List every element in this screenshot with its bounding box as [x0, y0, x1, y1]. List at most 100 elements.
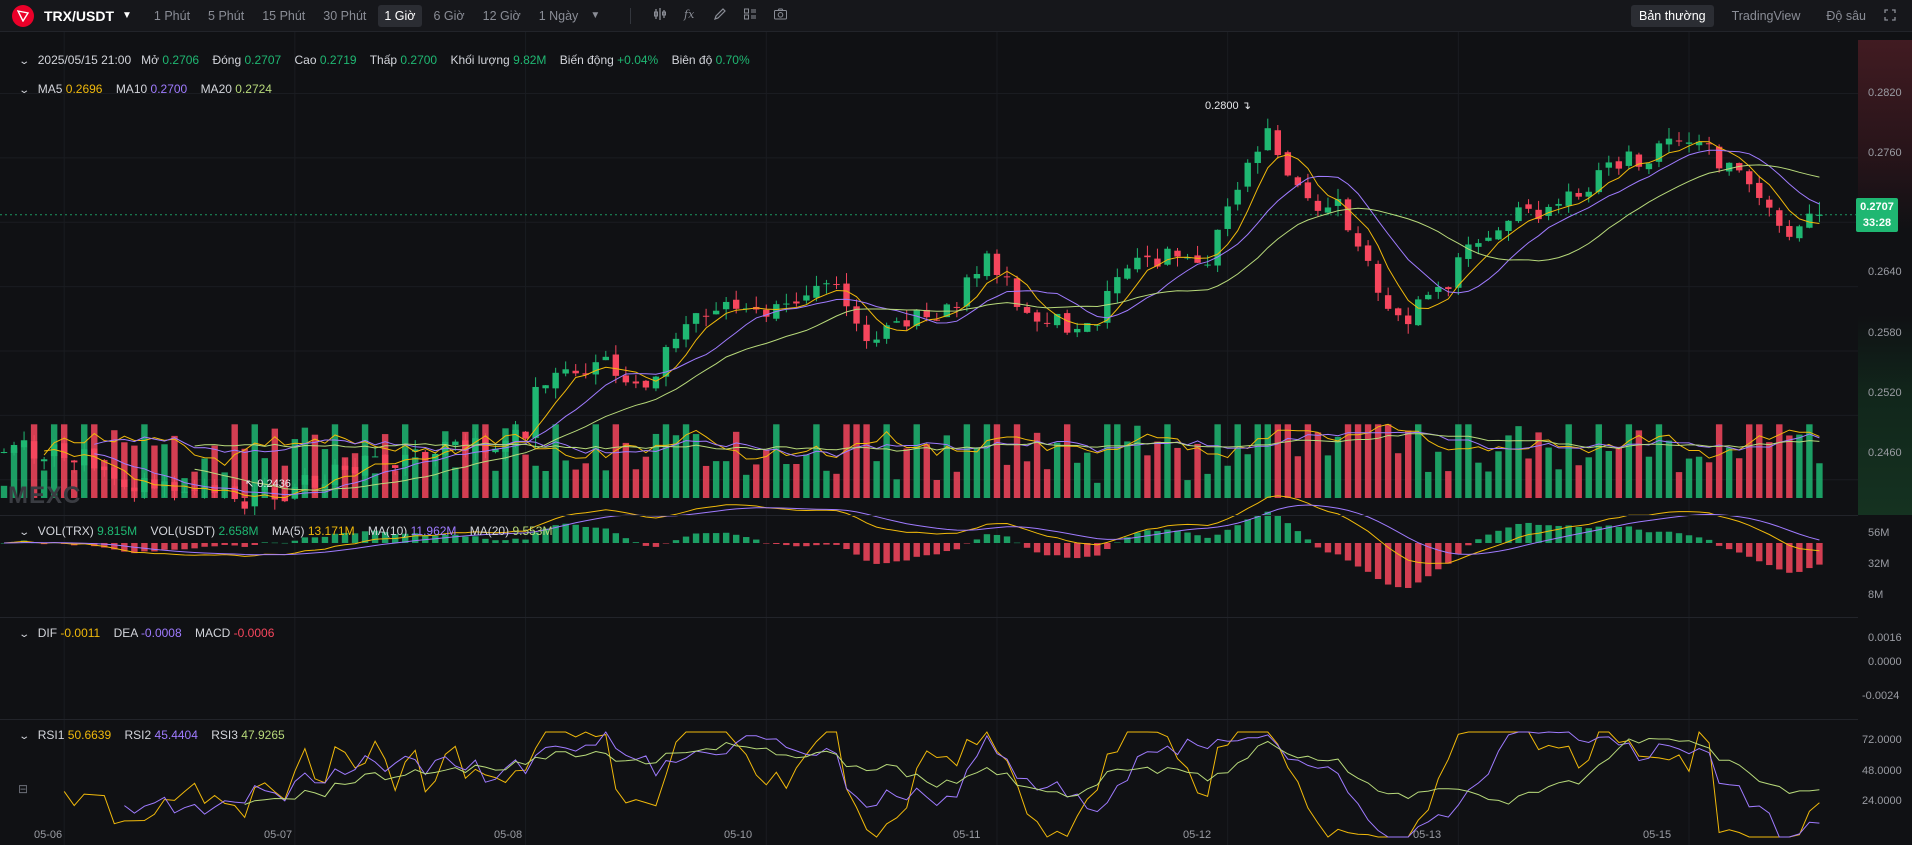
- indicator-icon[interactable]: [653, 7, 667, 24]
- high-marker: 0.2800 ↴: [1205, 100, 1251, 112]
- candle-countdown: 33:28: [1862, 217, 1892, 229]
- candle-body: [963, 277, 971, 307]
- volume-bar: [1655, 424, 1663, 498]
- volume-bar: [1415, 424, 1422, 498]
- volume-bar: [0, 485, 8, 498]
- macd-bar: [1364, 543, 1372, 572]
- macd-bar: [1465, 543, 1472, 546]
- macd-bar: [903, 543, 910, 561]
- volume-bar: [652, 433, 660, 498]
- volume-bar: [452, 467, 459, 498]
- tab-1m[interactable]: 1 Phút: [148, 5, 196, 27]
- more-timeframes-chevron-icon[interactable]: ▼: [590, 10, 600, 21]
- collapse-chevron-icon[interactable]: ⌄: [18, 629, 30, 640]
- candle-body: [1756, 182, 1763, 198]
- pane-divider[interactable]: [0, 617, 1858, 618]
- candle-body: [381, 454, 389, 465]
- pane-settings-icon[interactable]: ⊟: [18, 782, 28, 796]
- volume-bar: [712, 461, 720, 498]
- price-chart[interactable]: [0, 32, 1858, 845]
- candle-body: [632, 381, 640, 384]
- collapse-chevron-icon[interactable]: ⌄: [18, 85, 30, 96]
- volume-bar: [1555, 469, 1562, 498]
- tab-1h[interactable]: 1 Giờ: [378, 4, 422, 27]
- pane-divider[interactable]: [0, 719, 1858, 720]
- volume-bar: [1124, 441, 1131, 498]
- collapse-chevron-icon[interactable]: ⌄: [18, 56, 30, 67]
- rsi-tick: 72.0000: [1862, 734, 1902, 746]
- view-standard-button[interactable]: Bản thường: [1630, 5, 1714, 27]
- tab-5m[interactable]: 5 Phút: [202, 5, 250, 27]
- volume-tick: 56M: [1868, 527, 1890, 539]
- rsi-tick: 48.0000: [1862, 765, 1902, 777]
- volume-bar: [1746, 424, 1753, 498]
- candle-body: [642, 380, 650, 388]
- macd-bar: [311, 537, 319, 543]
- volume-bar: [1675, 472, 1683, 498]
- candle-body: [1144, 255, 1151, 258]
- high-value: 0.2719: [319, 53, 357, 67]
- price-tick: 0.2460: [1868, 447, 1902, 459]
- volume-bar: [933, 479, 940, 498]
- current-price-tag: 0.2707 33:28: [1856, 198, 1898, 232]
- date-tick: 05-06: [34, 829, 63, 841]
- macd-bar: [482, 538, 489, 543]
- tab-1d[interactable]: 1 Ngày: [533, 5, 585, 27]
- vol-usdt-label: VOL(USDT): [150, 524, 216, 538]
- volume-bar: [1334, 436, 1342, 498]
- date-tick: 05-07: [264, 829, 293, 841]
- view-switch: Bản thường TradingView Độ sâu: [1630, 0, 1912, 32]
- candle-body: [893, 321, 900, 323]
- macd-bar: [833, 543, 840, 545]
- macd-bar: [1284, 523, 1292, 543]
- candle-body: [1364, 245, 1372, 261]
- macd-bar: [1224, 529, 1231, 543]
- macd-bar: [221, 543, 228, 545]
- candle-body: [1294, 177, 1302, 186]
- volume-bar: [853, 424, 860, 498]
- volume-bar: [1445, 471, 1452, 498]
- camera-icon[interactable]: [773, 7, 788, 24]
- chevron-down-icon[interactable]: ▼: [122, 10, 132, 21]
- volume-bar: [1565, 424, 1572, 498]
- vol-trx-label: VOL(TRX): [37, 524, 94, 538]
- formula-icon[interactable]: fx: [683, 7, 697, 24]
- macd-bar: [211, 543, 218, 547]
- macd-bar: [492, 540, 499, 543]
- low-marker: ↖ 0.2436: [245, 478, 291, 490]
- draw-icon[interactable]: [713, 7, 727, 24]
- volume-bar: [1144, 455, 1151, 498]
- macd-bar: [843, 543, 850, 550]
- symbol-selector[interactable]: TRX/USDT: [44, 8, 114, 24]
- tab-12h[interactable]: 12 Giờ: [477, 5, 527, 27]
- volume-bar: [1766, 442, 1773, 498]
- volume-bar: [1485, 471, 1492, 498]
- macd-bar: [692, 533, 700, 543]
- candle-body: [452, 441, 459, 446]
- pane-divider[interactable]: [0, 515, 1858, 516]
- candle-body: [1164, 248, 1171, 265]
- volume-bar: [542, 470, 549, 498]
- rsi3-label: RSI3: [211, 728, 238, 742]
- price-tick: 0.2640: [1868, 266, 1902, 278]
- collapse-chevron-icon[interactable]: ⌄: [18, 527, 30, 538]
- candle-body: [1505, 220, 1512, 231]
- tab-6h[interactable]: 6 Giờ: [428, 5, 471, 27]
- rsi1-label: RSI1: [37, 728, 65, 742]
- volume-bar: [1294, 456, 1302, 498]
- view-tradingview-button[interactable]: TradingView: [1724, 5, 1809, 27]
- tab-30m[interactable]: 30 Phút: [317, 5, 372, 27]
- candle-body: [983, 253, 991, 277]
- volume-bar: [1725, 447, 1733, 498]
- candle-body: [391, 465, 399, 468]
- view-depth-button[interactable]: Độ sâu: [1818, 5, 1874, 27]
- layout-icon[interactable]: [743, 7, 757, 24]
- candle-body: [1074, 328, 1081, 333]
- fullscreen-icon[interactable]: [1884, 8, 1896, 24]
- tab-15m[interactable]: 15 Phút: [256, 5, 311, 27]
- collapse-chevron-icon[interactable]: ⌄: [18, 731, 30, 742]
- low-label: Thấp: [369, 53, 398, 67]
- volume-bar: [923, 444, 930, 498]
- macd-bar: [291, 540, 299, 543]
- candle-body: [522, 431, 529, 439]
